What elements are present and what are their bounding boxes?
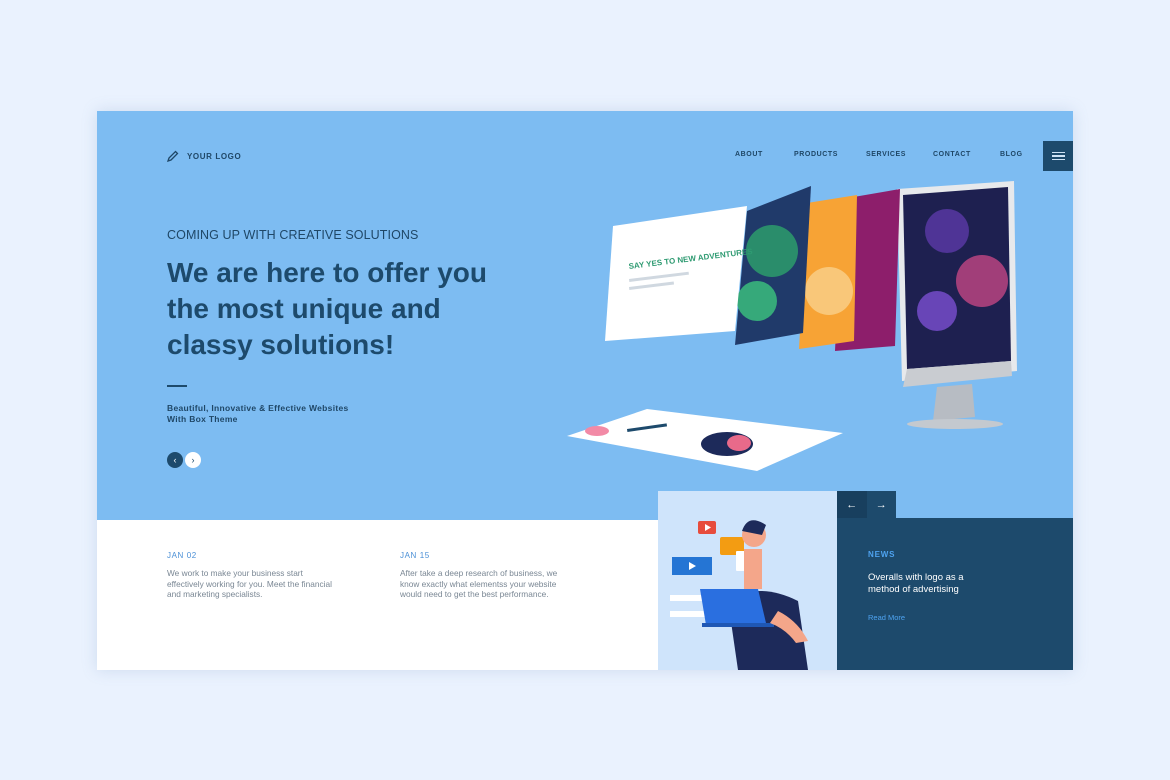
- hamburger-menu-icon[interactable]: [1043, 141, 1073, 171]
- news-slider-controls: ← →: [837, 491, 896, 518]
- posts-section: JAN 02 We work to make your business sta…: [97, 520, 658, 670]
- post-text: After take a deep research of business, …: [400, 568, 558, 599]
- news-card: NEWS Overalls with logo as a method of a…: [837, 518, 1073, 670]
- post-date: JAN 02: [167, 551, 197, 560]
- hero-section: YOUR LOGO ABOUT PRODUCTS SERVICES CONTAC…: [97, 111, 1073, 520]
- hero-subtitle: Beautiful, Innovative & Effective Websit…: [167, 403, 349, 424]
- pencil-icon: [167, 150, 179, 162]
- post-card[interactable]: JAN 15 After take a deep research of bus…: [400, 551, 570, 600]
- post-text: We work to make your business start effe…: [167, 568, 332, 599]
- news-prev-arrow-icon[interactable]: ←: [837, 491, 867, 518]
- read-more-link[interactable]: Read More: [868, 613, 905, 622]
- nav-services[interactable]: SERVICES: [866, 151, 933, 158]
- hero-eyebrow: COMING UP WITH CREATIVE SOLUTIONS: [167, 228, 419, 242]
- slider-prev-button[interactable]: ‹: [167, 452, 183, 468]
- news-next-arrow-icon[interactable]: →: [866, 491, 896, 518]
- news-title: Overalls with logo as a method of advert…: [868, 572, 964, 595]
- monitor-icon: [897, 181, 1017, 429]
- logo-text: YOUR LOGO: [187, 151, 242, 161]
- website-frame: YOUR LOGO ABOUT PRODUCTS SERVICES CONTAC…: [97, 111, 1073, 670]
- hero-headline: We are here to offer you the most unique…: [167, 257, 488, 360]
- laptop-icon: [700, 589, 766, 625]
- nav-about[interactable]: ABOUT: [735, 151, 794, 158]
- logo[interactable]: YOUR LOGO: [167, 150, 241, 162]
- slider-next-button[interactable]: ›: [185, 452, 201, 468]
- main-nav: ABOUT PRODUCTS SERVICES CONTACT BLOG: [735, 151, 1023, 158]
- nav-blog[interactable]: BLOG: [1000, 151, 1023, 158]
- post-card[interactable]: JAN 02 We work to make your business sta…: [167, 551, 337, 600]
- nav-products[interactable]: PRODUCTS: [794, 151, 866, 158]
- person-laptop-illustration: [658, 491, 837, 670]
- post-date: JAN 15: [400, 551, 430, 560]
- monitor-mockup-illustration: SAY YES TO NEW ADVENTURES: [567, 181, 1017, 471]
- news-tag: NEWS: [868, 550, 896, 559]
- divider: [167, 385, 187, 387]
- nav-contact[interactable]: CONTACT: [933, 151, 1000, 158]
